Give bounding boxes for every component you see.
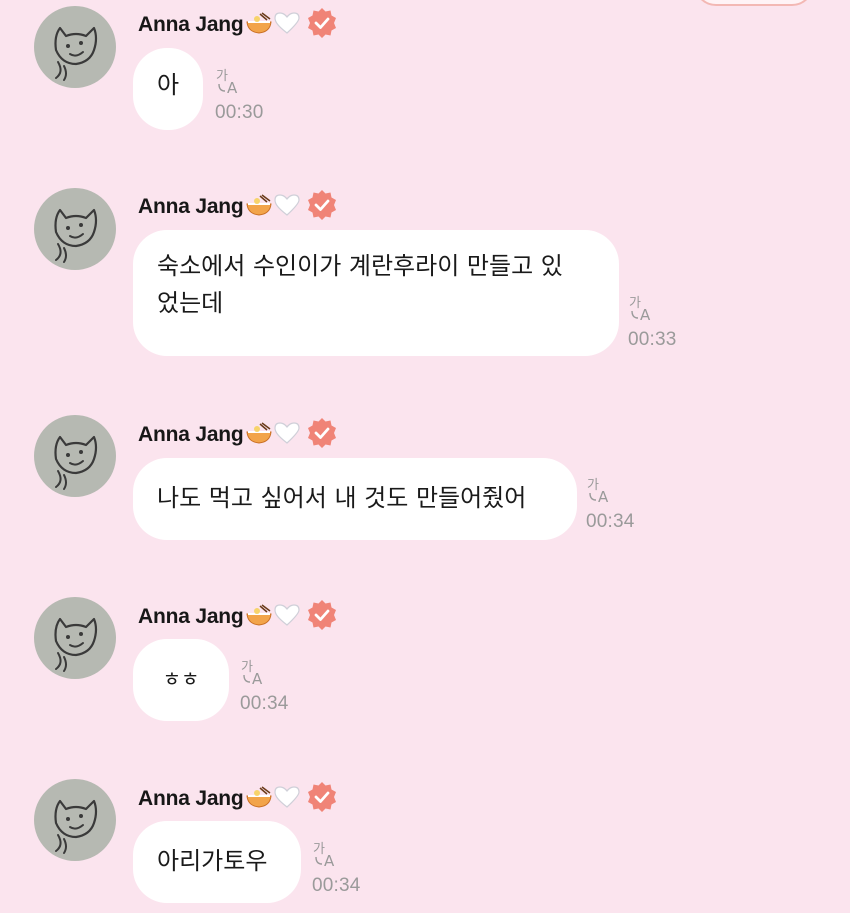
translate-icon[interactable]: 가A (628, 293, 677, 327)
message-bubble[interactable]: 아리가토우 (133, 821, 301, 903)
white-heart-icon (273, 193, 300, 221)
white-heart-icon (273, 603, 300, 631)
avatar[interactable] (34, 188, 116, 270)
translate-icon[interactable]: 가A (586, 475, 635, 509)
message-time: 00:34 (586, 511, 635, 532)
white-heart-icon (273, 421, 300, 449)
cat-doodle-icon (54, 26, 98, 81)
white-heart-icon (273, 785, 300, 813)
white-heart-icon (273, 11, 300, 39)
sender-name: Anna Jang (138, 605, 244, 628)
svg-text:A: A (227, 79, 238, 96)
cat-doodle-icon (54, 799, 98, 854)
message-meta: 가A 00:30 (215, 66, 264, 124)
avatar[interactable] (34, 597, 116, 679)
chat-thread: Anna Jang 아 가A 00:30 Anna Jang 숙소에서 수인이가… (0, 0, 850, 913)
message-text: ㅎㅎ (162, 667, 200, 691)
avatar[interactable] (34, 415, 116, 497)
translate-icon[interactable]: 가A (312, 839, 361, 873)
sender-name: Anna Jang (138, 195, 244, 218)
message-time: 00:33 (628, 329, 677, 350)
message-text: 아리가토우 (157, 847, 268, 875)
svg-text:A: A (252, 670, 263, 687)
ramen-emoji-icon (245, 603, 273, 631)
message-bubble[interactable]: ㅎㅎ (133, 639, 229, 721)
message-text-line: 었는데 (157, 289, 224, 317)
message-text: 나도 먹고 싶어서 내 것도 만들어줬어 (157, 484, 527, 512)
message-bubble[interactable]: 나도 먹고 싶어서 내 것도 만들어줬어 (133, 458, 577, 540)
verified-badge-icon (306, 781, 338, 817)
ramen-emoji-icon (245, 11, 273, 39)
ramen-emoji-icon (245, 785, 273, 813)
sender-name: Anna Jang (138, 787, 244, 810)
cat-doodle-icon (54, 435, 98, 490)
cat-doodle-icon (54, 617, 98, 672)
message-meta: 가A 00:34 (312, 839, 361, 897)
message-time: 00:34 (312, 875, 361, 896)
verified-badge-icon (306, 417, 338, 453)
verified-badge-icon (306, 7, 338, 43)
message-bubble[interactable]: 아 (133, 48, 204, 130)
sender-name: Anna Jang (138, 13, 244, 36)
ramen-emoji-icon (245, 193, 273, 221)
svg-text:A: A (324, 852, 335, 869)
sender-name-row[interactable]: Anna Jang (138, 189, 338, 225)
cat-doodle-icon (54, 208, 98, 263)
sender-name-row[interactable]: Anna Jang (138, 417, 338, 453)
message-text-line: 숙소에서 수인이가 계란후라이 만들고 있 (157, 252, 563, 280)
sender-name-row[interactable]: Anna Jang (138, 781, 338, 817)
previous-message-bubble[interactable] (694, 0, 814, 6)
svg-text:A: A (598, 488, 609, 505)
avatar[interactable] (34, 6, 116, 88)
message-meta: 가A 00:34 (240, 657, 289, 715)
message-time: 00:30 (215, 102, 264, 123)
ramen-emoji-icon (245, 421, 273, 449)
translate-icon[interactable]: 가A (240, 657, 289, 691)
verified-badge-icon (306, 189, 338, 225)
avatar[interactable] (34, 779, 116, 861)
sender-name-row[interactable]: Anna Jang (138, 599, 338, 635)
svg-text:A: A (640, 306, 651, 323)
sender-name: Anna Jang (138, 423, 244, 446)
message-meta: 가A 00:34 (586, 475, 635, 533)
message-time: 00:34 (240, 693, 289, 714)
sender-name-row[interactable]: Anna Jang (138, 7, 338, 43)
message-text: 아 (157, 71, 180, 99)
message-bubble[interactable]: 숙소에서 수인이가 계란후라이 만들고 있 었는데 (133, 230, 619, 356)
translate-icon[interactable]: 가A (215, 66, 264, 100)
message-meta: 가A 00:33 (628, 293, 677, 351)
verified-badge-icon (306, 599, 338, 635)
